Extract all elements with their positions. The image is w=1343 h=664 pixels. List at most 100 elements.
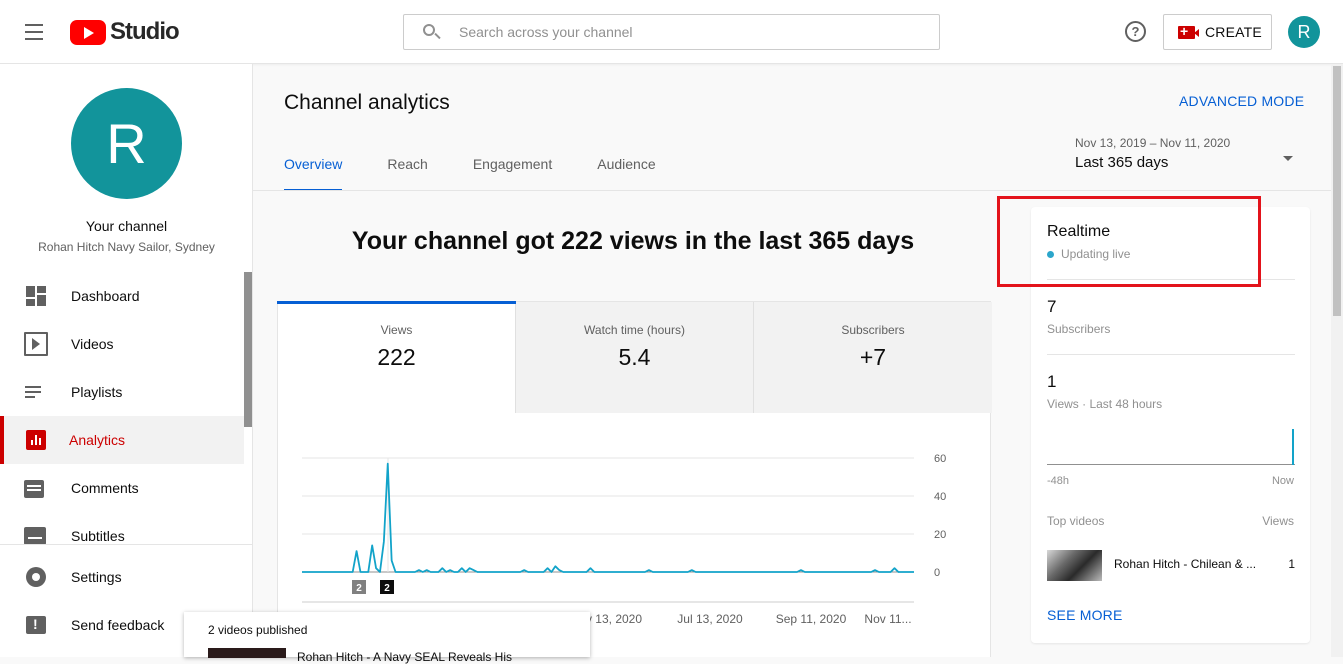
sidebar-item-label: Comments: [71, 480, 139, 496]
sidebar-scrollbar[interactable]: [244, 272, 252, 427]
top-video-row[interactable]: Rohan Hitch - Chilean & ... 1: [1047, 549, 1295, 581]
realtime-axis-end: Now: [1271, 475, 1294, 487]
dashboard-icon: [24, 284, 48, 308]
sidebar-item-label: Subtitles: [71, 528, 125, 544]
x-tick-label: y 13, 2020: [586, 612, 642, 626]
realtime-status-text: Updating live: [1061, 247, 1131, 261]
sidebar-divider: [0, 544, 252, 545]
menu-icon[interactable]: [25, 24, 45, 40]
realtime-status: Updating live: [1047, 247, 1130, 261]
metric-watch-time[interactable]: Watch time (hours) 5.4: [516, 302, 754, 413]
realtime-subscribers-value: 7: [1047, 297, 1057, 316]
create-button[interactable]: CREATE: [1163, 14, 1272, 50]
sidebar-item-label: Videos: [71, 336, 114, 352]
views-series-line[interactable]: [302, 462, 914, 573]
page-scrollbar[interactable]: [1331, 64, 1343, 657]
realtime-subscribers-label: Subscribers: [1047, 322, 1111, 336]
youtube-play-icon: [70, 19, 106, 45]
y-tick-label: 0: [934, 567, 940, 579]
tab-audience[interactable]: Audience: [597, 156, 655, 190]
page-title: Channel analytics: [284, 91, 450, 114]
studio-logo[interactable]: Studio: [70, 18, 180, 46]
realtime-views-value: 1: [1047, 372, 1057, 391]
feedback-icon: [26, 616, 46, 634]
tab-engagement[interactable]: Engagement: [473, 156, 552, 190]
tab-overview[interactable]: Overview: [284, 156, 343, 191]
tab-bar: Overview Reach Engagement Audience: [284, 156, 701, 191]
date-label[interactable]: Last 365 days: [1075, 154, 1168, 171]
metric-value: +7: [859, 344, 887, 370]
realtime-bar-chart[interactable]: [1047, 425, 1295, 465]
settings-icon: [26, 567, 46, 587]
sidebar-item-label: Analytics: [69, 432, 126, 448]
video-thumbnail[interactable]: [1047, 550, 1102, 581]
sidebar-item-playlists[interactable]: Playlists: [0, 368, 244, 416]
views-column-label: Views: [1262, 514, 1294, 528]
y-tick-label: 60: [934, 453, 946, 465]
realtime-views-label: Views · Last 48 hours: [1047, 397, 1163, 411]
publish-marker[interactable]: 2: [380, 580, 394, 594]
metric-label: Subscribers: [841, 323, 905, 337]
sidebar: R Your channel Rohan Hitch Navy Sailor, …: [0, 64, 253, 657]
subtitles-icon: [24, 527, 46, 545]
top-bar: Studio ? CREATE R: [0, 0, 1343, 64]
page-scrollbar-thumb[interactable]: [1333, 66, 1341, 316]
tooltip-title: 2 videos published: [208, 623, 308, 637]
top-videos-label: Top videos: [1047, 514, 1105, 528]
videos-icon: [24, 332, 48, 356]
sidebar-item-dashboard[interactable]: Dashboard: [0, 272, 244, 320]
metric-views[interactable]: Views 222: [277, 301, 516, 413]
tab-reach[interactable]: Reach: [387, 156, 427, 190]
metric-label: Watch time (hours): [584, 323, 685, 337]
create-video-icon: [1178, 23, 1199, 39]
sidebar-item-label: Playlists: [71, 384, 123, 400]
channel-title: Your channel: [85, 218, 168, 234]
search-input[interactable]: [459, 24, 919, 40]
sidebar-item-settings[interactable]: Settings: [0, 553, 244, 601]
published-videos-tooltip: 2 videos published Rohan Hitch - A Navy …: [184, 612, 590, 664]
metric-value: 222: [377, 344, 416, 370]
account-avatar[interactable]: R: [1288, 16, 1320, 48]
advanced-mode-link[interactable]: ADVANCED MODE: [1179, 93, 1304, 109]
see-more-button[interactable]: SEE MORE: [1047, 607, 1123, 623]
live-dot-icon: [1047, 250, 1054, 258]
help-icon[interactable]: ?: [1125, 21, 1146, 42]
sidebar-item-videos[interactable]: Videos: [0, 320, 244, 368]
channel-avatar[interactable]: R: [71, 88, 182, 199]
realtime-title: Realtime: [1047, 223, 1111, 240]
sidebar-item-label: Settings: [71, 569, 122, 585]
search-bar: [403, 14, 940, 50]
x-tick-label: Jul 13, 2020: [677, 612, 743, 626]
headline: Your channel got 222 views in the last 3…: [351, 227, 915, 255]
tabs-divider: [253, 190, 1331, 191]
realtime-axis-start: -48h: [1047, 475, 1070, 487]
metric-label: Views: [380, 323, 413, 337]
divider: [1047, 279, 1295, 280]
top-video-views: 1: [1288, 557, 1295, 571]
tooltip-video-title[interactable]: Rohan Hitch - A Navy SEAL Reveals His: [297, 650, 512, 664]
sidebar-item-analytics[interactable]: Analytics: [0, 416, 244, 464]
chevron-down-icon[interactable]: [1281, 152, 1295, 166]
analytics-card: Views 222 Watch time (hours) 5.4 Subscri…: [277, 301, 992, 657]
sidebar-item-label: Send feedback: [71, 617, 165, 633]
playlists-icon: [24, 380, 48, 404]
analytics-icon: [26, 430, 46, 450]
logo-text: Studio: [110, 18, 180, 45]
date-range[interactable]: Nov 13, 2019 – Nov 11, 2020: [1075, 136, 1230, 150]
divider: [1047, 354, 1295, 355]
publish-marker-count: 2: [384, 583, 390, 594]
sidebar-item-comments[interactable]: Comments: [0, 464, 244, 512]
sidebar-item-label: Dashboard: [71, 288, 140, 304]
realtime-bar[interactable]: [1292, 429, 1294, 465]
top-video-title[interactable]: Rohan Hitch - Chilean & ...: [1114, 557, 1256, 571]
x-tick-label: Sep 11, 2020: [776, 612, 847, 626]
publish-marker[interactable]: 2: [352, 580, 366, 594]
metric-subscribers[interactable]: Subscribers +7: [754, 302, 992, 413]
metric-value: 5.4: [618, 344, 651, 370]
realtime-card: Realtime Updating live 7 Subscribers 1 V…: [1031, 207, 1310, 643]
search-icon[interactable]: [404, 15, 446, 49]
create-label: CREATE: [1205, 24, 1262, 40]
comments-icon: [24, 480, 44, 498]
y-tick-label: 20: [934, 529, 946, 541]
y-tick-label: 40: [934, 491, 946, 503]
